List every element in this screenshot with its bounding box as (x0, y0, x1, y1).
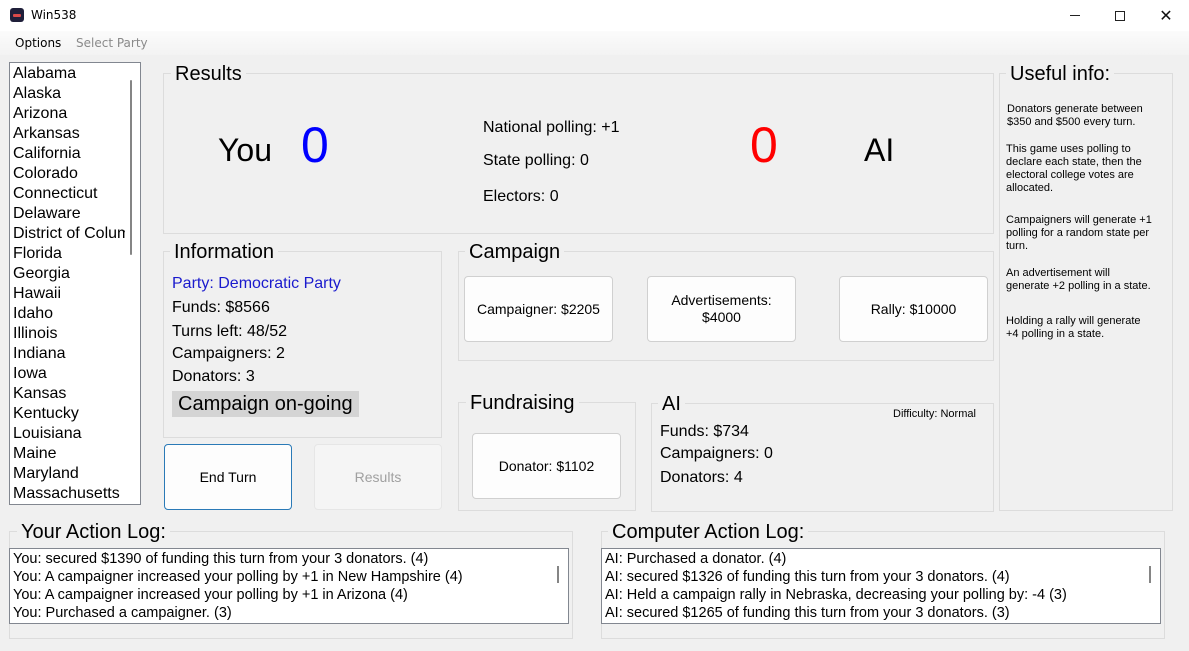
log-entry[interactable]: You: Purchased a campaigner. (3) (13, 604, 568, 622)
log-entry[interactable]: You: A campaigner increased your polling… (13, 568, 568, 586)
state-list-item[interactable]: Iowa (13, 364, 125, 384)
log-entry[interactable]: You: A campaigner increased your polling… (13, 586, 568, 604)
electors: Electors: 0 (483, 188, 559, 205)
state-list-item[interactable]: Maine (13, 444, 125, 464)
buy-advertisements-button[interactable]: Advertisements: $4000 (647, 276, 796, 342)
your-action-log-listbox[interactable]: You: secured $1390 of funding this turn … (9, 548, 569, 624)
computer-log-scrollbar[interactable] (1149, 566, 1151, 583)
player-funds: Funds: $8566 (172, 299, 270, 316)
maximize-button[interactable] (1097, 0, 1143, 31)
end-turn-button[interactable]: End Turn (164, 444, 292, 510)
close-button[interactable]: ✕ (1143, 0, 1189, 31)
state-polling: State polling: 0 (483, 152, 589, 169)
state-list-item[interactable]: Florida (13, 244, 125, 264)
window-title: Win538 (31, 8, 77, 22)
you-label: You (218, 132, 272, 168)
info-advertisement: An advertisement will generate +2 pollin… (1006, 267, 1151, 292)
state-list-item[interactable]: Colorado (13, 164, 125, 184)
ai-label: AI (864, 132, 895, 168)
log-entry[interactable]: AI: Held a campaign rally in Nebraska, d… (605, 586, 1160, 604)
state-list-item[interactable]: Kentucky (13, 404, 125, 424)
fundraising-title: Fundraising (466, 391, 579, 415)
state-list-item[interactable]: Idaho (13, 304, 125, 324)
state-list-item[interactable]: Illinois (13, 324, 125, 344)
info-rally: Holding a rally will generate +4 polling… (1006, 315, 1141, 340)
ai-campaigners: Campaigners: 0 (660, 445, 773, 462)
useful-info-title: Useful info: (1006, 62, 1115, 86)
log-entry[interactable]: AI: secured $1265 of funding this turn f… (605, 604, 1160, 622)
campaign-status-badge: Campaign on-going (172, 391, 359, 417)
minimize-button[interactable] (1052, 0, 1098, 31)
log-entry[interactable]: You: secured $1390 of funding this turn … (13, 550, 568, 568)
turns-left: Turns left: 48/52 (172, 323, 288, 340)
info-polling: This game uses polling to declare each s… (1006, 143, 1142, 194)
title-bar: Win538 ✕ (0, 0, 1189, 31)
log-entry[interactable]: AI: Purchased a donator. (4) (605, 550, 1160, 568)
log-entry[interactable]: AI: secured $1326 of funding this turn f… (605, 568, 1160, 586)
player-donators: Donators: 3 (172, 368, 255, 385)
state-list-item[interactable]: Connecticut (13, 184, 125, 204)
your-log-scrollbar[interactable] (557, 566, 559, 583)
state-list-item[interactable]: Maryland (13, 464, 125, 484)
results-title: Results (171, 62, 246, 86)
results-button[interactable]: Results (314, 444, 442, 510)
buy-campaigner-button[interactable]: Campaigner: $2205 (464, 276, 613, 342)
app-icon (10, 8, 24, 22)
your-action-log-title: Your Action Log: (17, 520, 170, 544)
state-list-item[interactable]: Indiana (13, 344, 125, 364)
state-list-item[interactable]: Delaware (13, 204, 125, 224)
menu-bar: Options Select Party (0, 31, 1189, 55)
state-list-item[interactable]: Hawaii (13, 284, 125, 304)
information-title: Information (170, 240, 279, 264)
campaign-title: Campaign (465, 240, 565, 264)
ai-donators: Donators: 4 (660, 469, 743, 486)
close-icon: ✕ (1159, 7, 1173, 25)
national-polling: National polling: +1 (483, 119, 620, 136)
info-campaigners: Campaigners will generate +1 polling for… (1006, 214, 1152, 252)
state-list-item[interactable]: Alaska (13, 84, 125, 104)
party-label: Party: Democratic Party (172, 275, 341, 292)
ai-funds: Funds: $734 (660, 423, 749, 440)
state-list-item[interactable]: Georgia (13, 264, 125, 284)
computer-action-log-listbox[interactable]: AI: Purchased a donator. (4) AI: secured … (601, 548, 1161, 624)
computer-action-log-title: Computer Action Log: (608, 520, 809, 544)
menu-select-party[interactable]: Select Party (76, 36, 148, 50)
state-list-item[interactable]: Arizona (13, 104, 125, 124)
buy-donator-button[interactable]: Donator: $1102 (472, 433, 621, 499)
state-list-item[interactable]: Massachusetts (13, 484, 125, 504)
you-electoral-score: 0 (301, 117, 329, 173)
state-listbox[interactable]: Alabama Alaska Arizona Arkansas California Co… (9, 62, 141, 505)
menu-options[interactable]: Options (15, 36, 61, 50)
ai-title: AI (658, 392, 685, 416)
maximize-icon (1115, 10, 1125, 21)
state-list-item[interactable]: Kansas (13, 384, 125, 404)
ai-electoral-score: 0 (750, 117, 778, 173)
state-list-scrollbar[interactable] (130, 80, 132, 255)
state-list-item[interactable]: California (13, 144, 125, 164)
state-list-item[interactable]: Louisiana (13, 424, 125, 444)
state-list-item[interactable]: Arkansas (13, 124, 125, 144)
ai-difficulty: Difficulty: Normal (893, 408, 976, 420)
state-list-item[interactable]: Alabama (13, 64, 125, 84)
player-campaigners: Campaigners: 2 (172, 345, 285, 362)
state-list-item[interactable]: District of Colum (13, 224, 125, 244)
hold-rally-button[interactable]: Rally: $10000 (839, 276, 988, 342)
info-donators: Donators generate between $350 and $500 … (1007, 103, 1143, 128)
minimize-icon (1070, 15, 1080, 16)
